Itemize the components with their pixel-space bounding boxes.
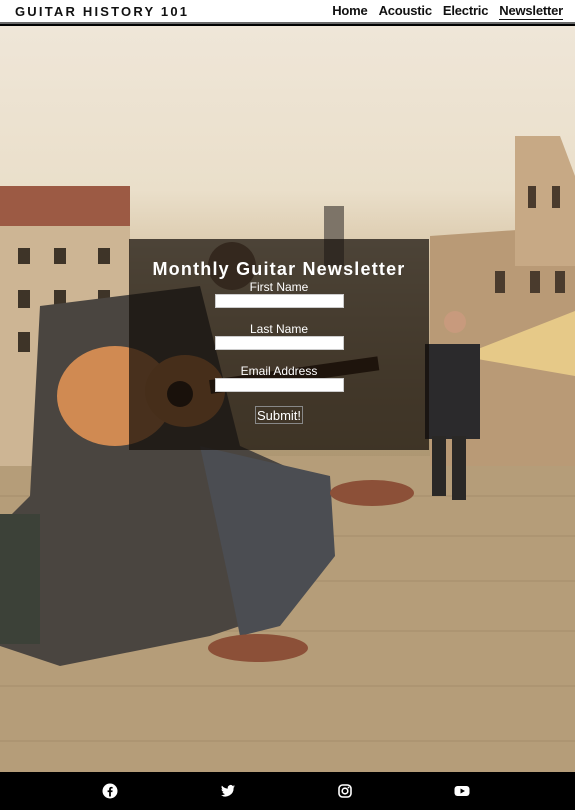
nav-newsletter-link[interactable]: Newsletter — [499, 3, 563, 20]
twitter-icon[interactable] — [220, 783, 236, 799]
youtube-icon[interactable] — [454, 783, 470, 799]
nav-home-link[interactable]: Home — [332, 3, 368, 20]
facebook-icon[interactable] — [102, 783, 118, 799]
site-brand[interactable]: GUITAR HISTORY 101 — [15, 4, 189, 19]
newsletter-title: Monthly Guitar Newsletter — [152, 259, 406, 279]
main-nav: Home Acoustic Electric Newsletter — [332, 3, 563, 20]
last-name-label: Last Name — [249, 322, 309, 336]
last-name-field[interactable] — [214, 336, 344, 350]
first-name-field[interactable] — [214, 294, 344, 308]
nav-electric-link[interactable]: Electric — [443, 3, 489, 20]
first-name-label: First Name — [249, 280, 309, 294]
nav-acoustic-link[interactable]: Acoustic — [379, 3, 433, 20]
newsletter-panel: Monthly Guitar Newsletter First Name Las… — [129, 239, 429, 450]
instagram-icon[interactable] — [337, 783, 353, 799]
submit-button[interactable]: Submit! — [254, 406, 304, 424]
email-address-label: Email Address — [240, 364, 318, 378]
top-nav-bar: GUITAR HISTORY 101 Home Acoustic Electri… — [0, 0, 575, 24]
email-field[interactable] — [214, 378, 344, 392]
footer-bar — [0, 772, 575, 810]
